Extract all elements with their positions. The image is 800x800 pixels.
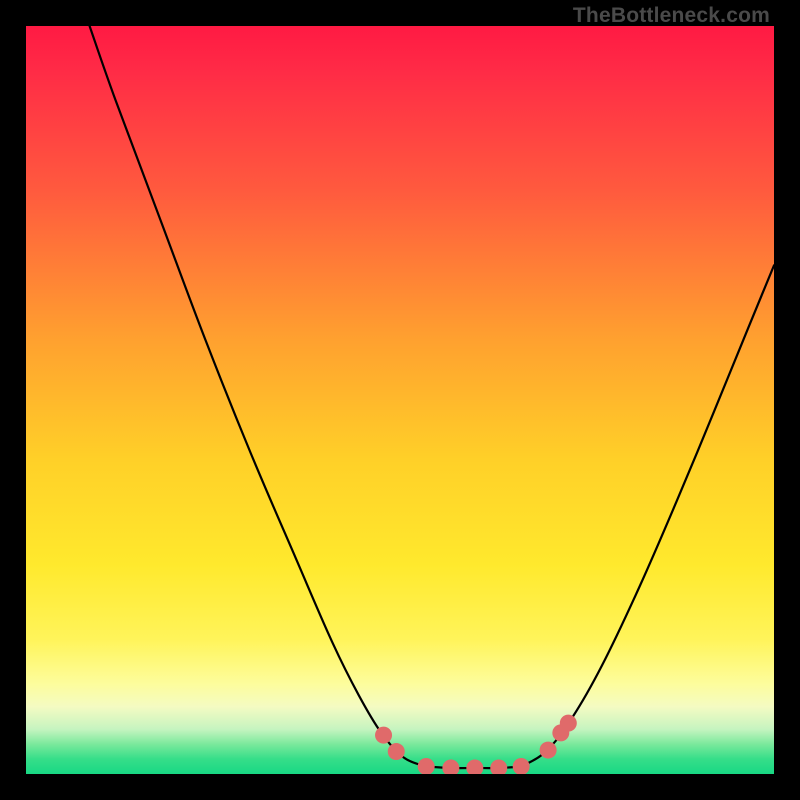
chart-frame xyxy=(26,26,774,774)
attribution-label: TheBottleneck.com xyxy=(573,4,770,28)
chart-gradient-background xyxy=(26,26,774,774)
